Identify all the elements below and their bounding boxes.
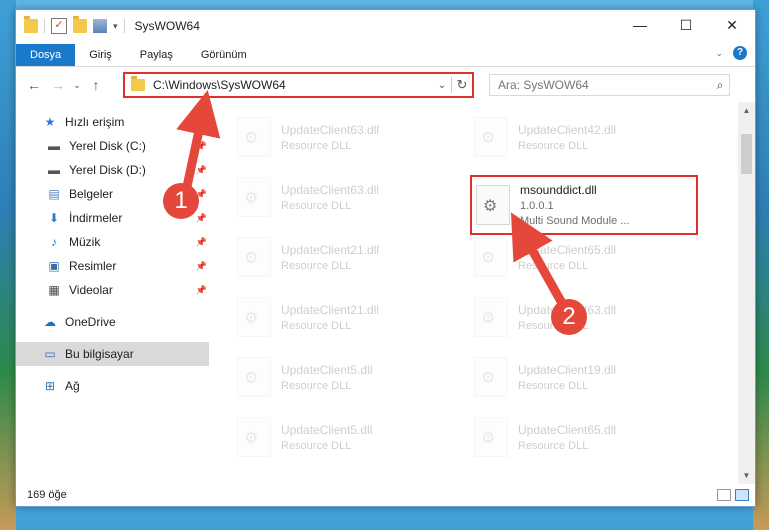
step-badge-2: 2 bbox=[551, 299, 587, 335]
annotation-overlay bbox=[176, 89, 571, 315]
step-badge-1: 1 bbox=[163, 183, 199, 219]
